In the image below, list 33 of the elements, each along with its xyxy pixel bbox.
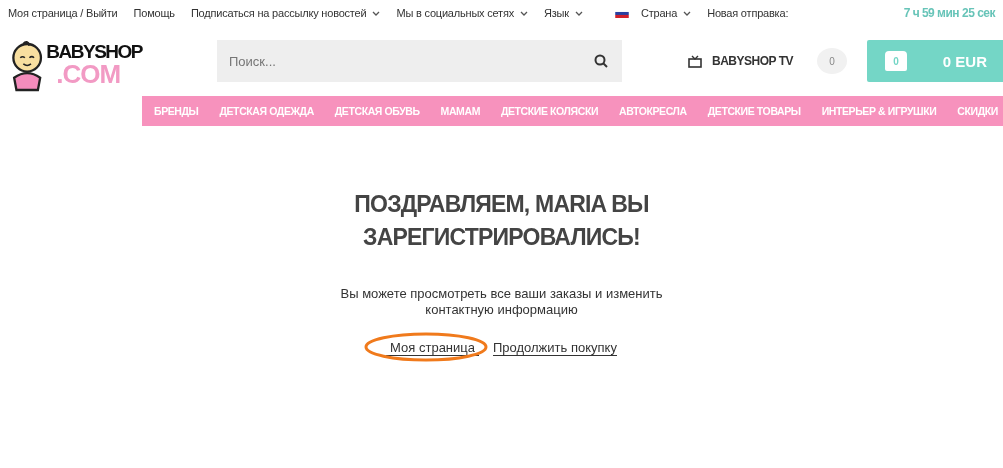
- tv-icon: [688, 54, 702, 68]
- cart-count: 0: [884, 51, 907, 71]
- nav-item[interactable]: БРЕНДЫ: [154, 105, 199, 117]
- nav-item[interactable]: МАМАМ: [440, 105, 480, 117]
- continue-shopping-link[interactable]: Продолжить покупку: [493, 340, 617, 356]
- logo-text[interactable]: BABYSHOP: [46, 42, 142, 61]
- top-link[interactable]: Моя страница / Выйти: [8, 7, 118, 19]
- search-icon[interactable]: [594, 54, 608, 68]
- nav-item[interactable]: ДЕТСКИЕ ТОВАРЫ: [707, 105, 801, 117]
- top-link[interactable]: Мы в социальных сетях: [396, 7, 529, 19]
- top-link[interactable]: Язык: [544, 7, 583, 19]
- logo-domain: .COM: [56, 61, 122, 87]
- nav-item[interactable]: ДЕТСКИЕ КОЛЯСКИ: [500, 105, 599, 117]
- top-link[interactable]: Подписаться на рассылку новостей: [190, 7, 381, 19]
- nav-item[interactable]: СКИДКИ: [957, 105, 998, 117]
- search-field[interactable]: Поиск...: [217, 40, 622, 82]
- page-title: ПОЗДРАВЛЯЕМ, MARIA ВЫ ЗАРЕГИСТРИРОВАЛИСЬ!: [353, 190, 650, 252]
- chevron-down-icon: [574, 10, 583, 16]
- nav-item[interactable]: ДЕТСКАЯ ОБУВЬ: [334, 105, 420, 117]
- tv-link[interactable]: BABYSHOP TV: [712, 54, 793, 68]
- chevron-down-icon: [683, 10, 692, 16]
- chevron-down-icon: [372, 10, 381, 16]
- nav-item[interactable]: АВТОКРЕСЛА: [619, 105, 687, 117]
- cart-button[interactable]: 0 0 EUR: [866, 40, 1003, 82]
- nav-item[interactable]: ИНТЕРЬЕР & ИГРУШКИ: [821, 105, 937, 117]
- nav-item[interactable]: ДЕТСКАЯ ОДЕЖДА: [219, 105, 314, 117]
- country-selector[interactable]: Страна: [640, 7, 692, 19]
- chevron-down-icon: [520, 10, 529, 16]
- wishlist-button[interactable]: 0: [816, 48, 847, 74]
- info-text: Вы можете просмотреть все ваши заказы и изменить контактную информацию: [339, 286, 664, 318]
- shipping-label: Новая отправка:: [707, 7, 789, 19]
- countdown-timer: 7 ч 59 мин 25 сек: [903, 6, 995, 20]
- top-link[interactable]: Помощь: [133, 7, 175, 19]
